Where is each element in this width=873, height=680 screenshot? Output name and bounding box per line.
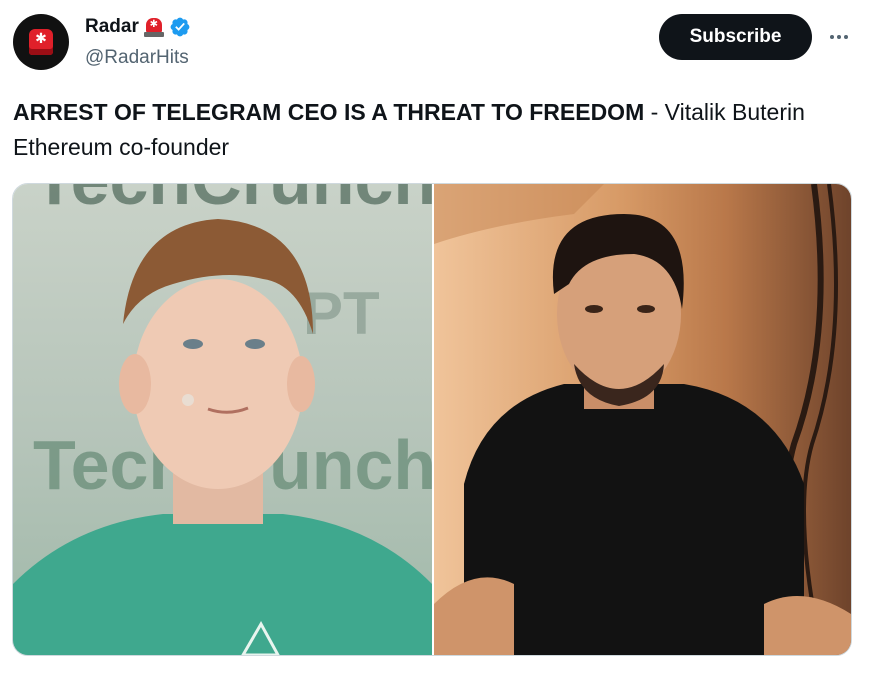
more-options-icon[interactable] xyxy=(824,24,854,50)
photo-pavel-durov[interactable] xyxy=(434,184,851,655)
subscribe-button[interactable]: Subscribe xyxy=(659,14,812,60)
backdrop-text-mid: PT xyxy=(303,280,380,347)
author-name[interactable]: Radar xyxy=(85,15,139,39)
avatar[interactable] xyxy=(13,14,69,70)
author-handle[interactable]: @RadarHits xyxy=(85,46,189,70)
siren-emoji-icon: ✱ xyxy=(143,16,165,38)
tweet-text: ARREST OF TELEGRAM CEO IS A THREAT TO FR… xyxy=(13,95,813,165)
photo-left-illustration: TechCrunch PT TechCrunch xyxy=(13,184,432,655)
tweet-headline: ARREST OF TELEGRAM CEO IS A THREAT TO FR… xyxy=(13,99,645,125)
backdrop-text-top: TechCrunch xyxy=(33,184,432,219)
photo-right-illustration xyxy=(434,184,851,655)
tweet-media[interactable]: TechCrunch PT TechCrunch xyxy=(12,183,852,656)
photo-vitalik-buterin[interactable]: TechCrunch PT TechCrunch xyxy=(13,184,432,655)
author-name-row[interactable]: Radar ✱ xyxy=(85,15,191,39)
verified-badge-icon xyxy=(170,17,190,37)
siren-icon xyxy=(29,29,53,55)
